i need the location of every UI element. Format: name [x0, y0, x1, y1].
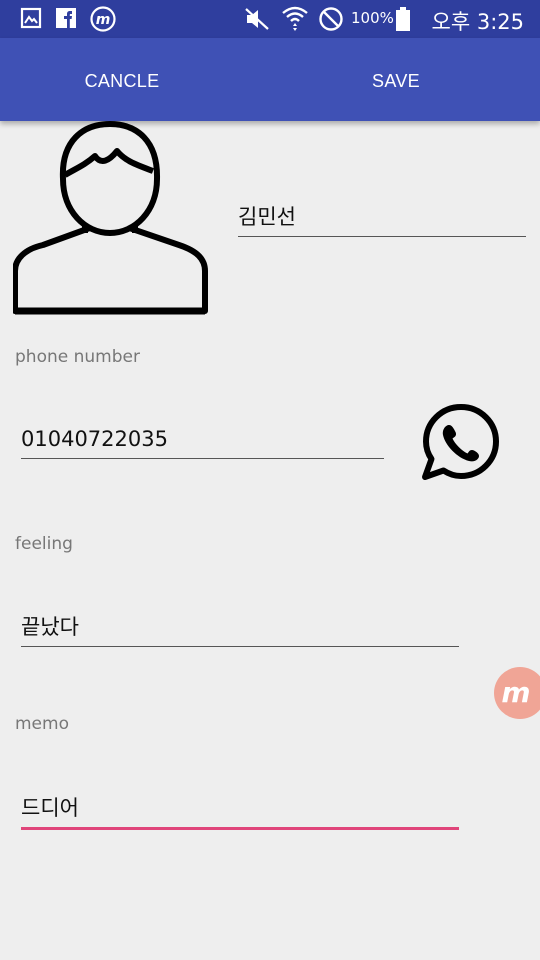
- floating-chat-button[interactable]: m: [494, 667, 540, 719]
- mute-icon: [245, 8, 269, 30]
- svg-text:m: m: [501, 676, 530, 709]
- gallery-icon: [20, 7, 42, 29]
- phone-number-label: phone number: [15, 347, 140, 367]
- feeling-label: feeling: [15, 534, 73, 554]
- avatar-icon[interactable]: [13, 121, 209, 315]
- facebook-icon: [56, 8, 76, 28]
- phone-number-field[interactable]: [21, 423, 384, 459]
- memo-label: memo: [15, 714, 69, 734]
- m-app-icon: m: [501, 676, 530, 709]
- memo-field[interactable]: [21, 790, 459, 830]
- whatsapp-icon[interactable]: [421, 403, 501, 483]
- name-field[interactable]: [238, 200, 526, 237]
- do-not-disturb-icon: [319, 7, 343, 31]
- svg-text:m: m: [96, 12, 111, 28]
- battery-icon: [396, 7, 410, 31]
- battery-percent: 100%: [351, 9, 394, 27]
- clock: 오후 3:25: [431, 10, 524, 34]
- save-button[interactable]: SAVE: [336, 68, 456, 94]
- app-bar: CANCLE SAVE: [0, 38, 540, 121]
- m-app-icon: m: [90, 6, 116, 32]
- feeling-field[interactable]: [21, 610, 459, 647]
- wifi-icon: [282, 6, 308, 31]
- cancel-button[interactable]: CANCLE: [62, 68, 182, 94]
- status-bar: m 100% 오후 3:25: [0, 0, 540, 38]
